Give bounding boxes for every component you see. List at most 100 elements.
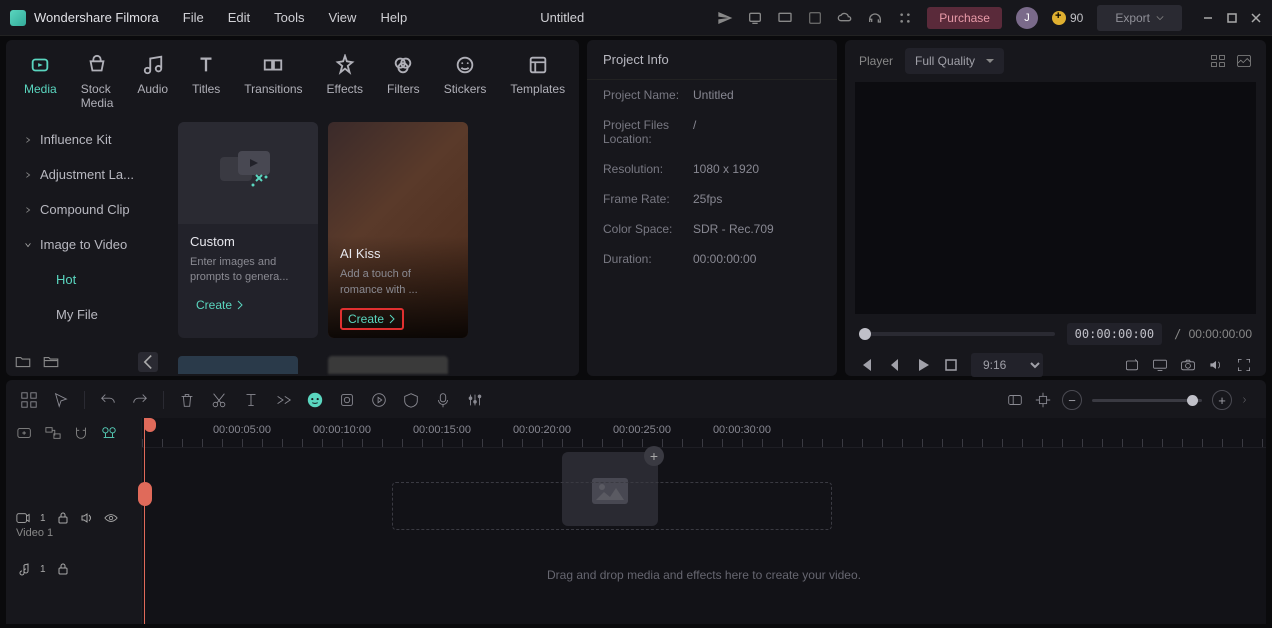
create-button-ai-kiss[interactable]: Create [340,308,404,330]
playhead-handle[interactable] [144,418,156,432]
headphones-icon[interactable] [867,10,883,26]
undo-icon[interactable] [99,391,117,409]
tab-stickers[interactable]: Stickers [432,50,499,114]
display-mode-icon[interactable] [1152,357,1168,373]
menu-tools[interactable]: Tools [274,10,304,25]
coins-badge[interactable]: 90 [1052,11,1083,25]
mixer-icon[interactable] [466,391,484,409]
crop-icon[interactable] [338,391,356,409]
snapshot-icon[interactable] [1124,357,1140,373]
open-folder-icon[interactable] [42,354,60,370]
step-back-icon[interactable] [887,357,903,373]
project-info-title: Project Info [587,40,837,80]
mute-icon[interactable] [80,511,94,525]
minimize-icon[interactable] [1202,12,1214,24]
export-button[interactable]: Export [1097,5,1182,31]
playhead-line[interactable] [144,418,145,624]
aspect-ratio-select[interactable]: 9:16 [971,353,1043,377]
visibility-icon[interactable] [104,511,118,525]
picture-icon[interactable] [1236,53,1252,69]
mask-icon[interactable] [402,391,420,409]
close-icon[interactable] [1250,12,1262,24]
mic-icon[interactable] [434,391,452,409]
track-link-icon[interactable] [44,425,62,441]
menu-help[interactable]: Help [380,10,407,25]
card-desc: Add a touch of romance with ... [340,267,456,298]
menu-view[interactable]: View [328,10,356,25]
card-ai-kiss[interactable]: AI Kiss Add a touch of romance with ... … [328,122,468,338]
cut-icon[interactable] [210,391,228,409]
tab-effects[interactable]: Effects [315,50,375,114]
zoom-in-button[interactable]: + [1212,390,1232,410]
cloud-icon[interactable] [837,10,853,26]
collapse-sidebar-button[interactable] [138,352,158,372]
marker-in-icon[interactable] [1006,391,1024,409]
text-icon[interactable] [242,391,260,409]
create-button-custom[interactable]: Create [190,296,306,314]
tab-stock-media[interactable]: Stock Media [69,50,126,114]
sidebar-sub-hot[interactable]: Hot [6,262,166,297]
sidebar-item-influence-kit[interactable]: Influence Kit [6,122,166,157]
seek-slider[interactable] [859,332,1055,336]
grid-view-icon[interactable] [1210,53,1226,69]
save-icon[interactable] [807,10,823,26]
grid-icon[interactable] [897,10,913,26]
zoom-slider[interactable] [1092,399,1202,402]
redo-icon[interactable] [131,391,149,409]
new-folder-icon[interactable] [14,354,32,370]
zoom-out-button[interactable]: − [1062,390,1082,410]
camera-icon[interactable] [1180,357,1196,373]
track-magnet-icon[interactable] [72,425,90,441]
drop-zone[interactable] [392,482,832,530]
tab-audio[interactable]: Audio [125,50,180,114]
sidebar-item-image-to-video[interactable]: Image to Video [6,227,166,262]
card-thumb[interactable] [328,356,448,374]
purchase-button[interactable]: Purchase [927,7,1002,29]
tab-transitions[interactable]: Transitions [232,50,314,114]
quality-select[interactable]: Full Quality [905,48,1004,74]
ruler-tick: 00:00:25:00 [613,424,671,436]
play-icon[interactable] [915,357,931,373]
tab-filters[interactable]: Filters [375,50,432,114]
track-auto-icon[interactable] [100,425,118,441]
track-header-audio[interactable]: 1 [6,548,141,590]
prev-frame-icon[interactable] [859,357,875,373]
timeline-canvas[interactable]: 00:00:05:00 00:00:10:00 00:00:15:00 00:0… [142,418,1266,624]
zoom-fit-icon[interactable] [1242,391,1252,409]
stop-icon[interactable] [943,357,959,373]
sidebar-sub-my-file[interactable]: My File [6,297,166,332]
cursor-icon[interactable] [52,391,70,409]
lock-icon[interactable] [56,511,70,525]
playhead-knob[interactable] [138,482,152,506]
player-viewport[interactable] [855,82,1256,314]
volume-icon[interactable] [1208,357,1224,373]
track-add-icon[interactable] [16,425,34,441]
lock-icon[interactable] [56,562,70,576]
menu-edit[interactable]: Edit [228,10,250,25]
speed-icon[interactable] [370,391,388,409]
menu-file[interactable]: File [183,10,204,25]
card-ai-kiss-image: AI Kiss Add a touch of romance with ... … [328,122,468,338]
tab-templates[interactable]: Templates [498,50,577,114]
more-icon[interactable] [274,391,292,409]
device-icon[interactable] [747,10,763,26]
display-icon[interactable] [777,10,793,26]
fullscreen-icon[interactable] [1236,357,1252,373]
arrange-icon[interactable] [20,391,38,409]
tab-media[interactable]: Media [12,50,69,114]
sidebar-item-adjustment-layer[interactable]: Adjustment La... [6,157,166,192]
track-header-video1[interactable]: 1 Video 1 [6,504,141,546]
timeline-ruler[interactable]: 00:00:05:00 00:00:10:00 00:00:15:00 00:0… [142,418,1266,448]
card-custom[interactable]: Custom Enter images and prompts to gener… [178,122,318,338]
tab-titles[interactable]: Titles [180,50,232,114]
user-avatar[interactable]: J [1016,7,1038,29]
delete-icon[interactable] [178,391,196,409]
ruler-tick: 00:00:30:00 [713,424,771,436]
card-thumb[interactable] [178,356,298,374]
marker-out-icon[interactable] [1034,391,1052,409]
ai-icon[interactable] [306,391,324,409]
add-media-icon[interactable]: + [644,446,664,466]
maximize-icon[interactable] [1226,12,1238,24]
sidebar-item-compound-clip[interactable]: Compound Clip [6,192,166,227]
send-icon[interactable] [717,10,733,26]
